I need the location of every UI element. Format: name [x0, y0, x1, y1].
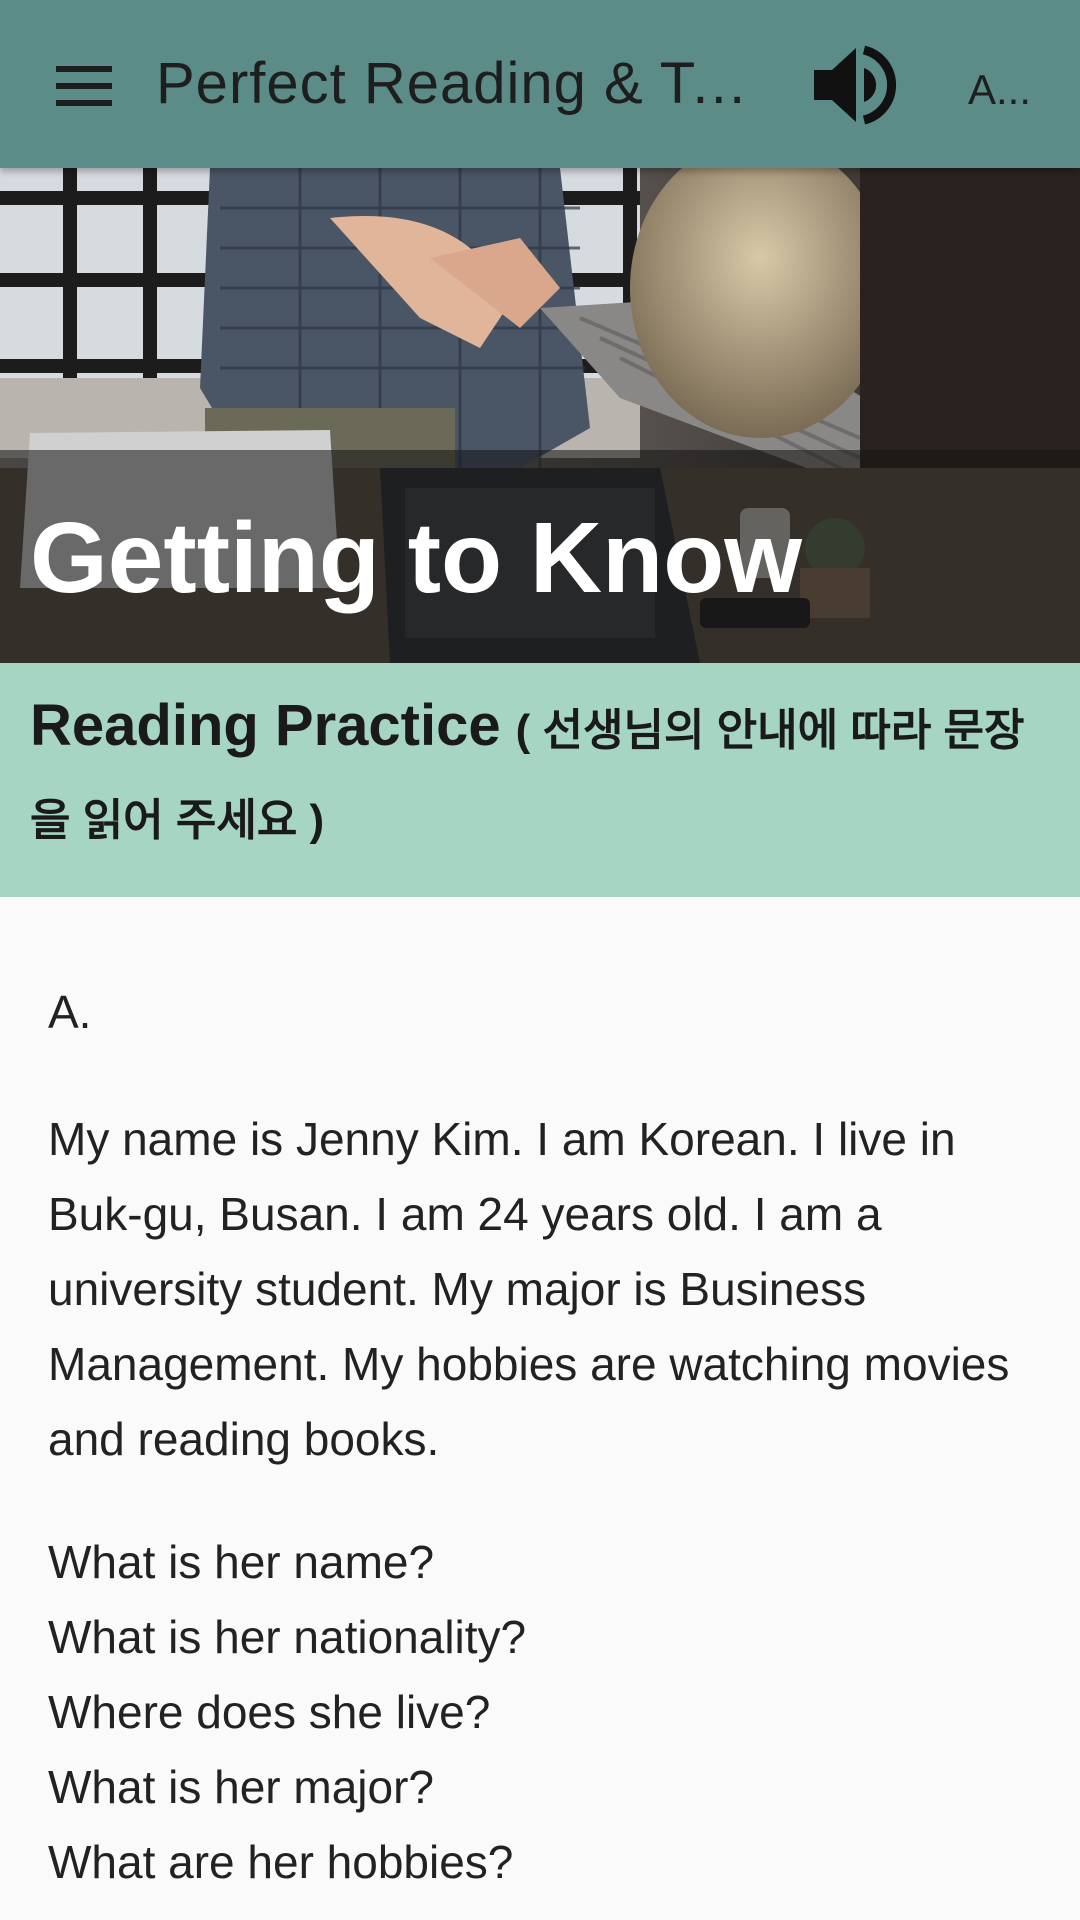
part-label: A.	[48, 986, 92, 1038]
reading-paragraph: My name is Jenny Kim. I am Korean. I liv…	[48, 1113, 1010, 1465]
section-header: Reading Practice ( 선생님의 안내에 따라 문장을 읽어 주세…	[0, 663, 1080, 897]
app-bar: Perfect Reading & Talking Lesson 1 A...	[0, 0, 1080, 168]
reading-content: A. My name is Jenny Kim. I am Korean. I …	[48, 970, 1028, 1900]
section-heading: Reading Practice ( 선생님의 안내에 따라 문장을 읽어 주세…	[30, 683, 1060, 864]
question-item: What is her nationality?	[48, 1611, 527, 1663]
overflow-label[interactable]: A...	[968, 62, 1034, 118]
speaker-icon[interactable]	[810, 42, 898, 128]
question-item: What is her major?	[48, 1761, 435, 1813]
question-item: What is her name?	[48, 1536, 435, 1588]
app-title: Perfect Reading & Talking Lesson 1	[156, 51, 776, 116]
hero-banner: Getting to Know	[0, 168, 1080, 663]
question-item: Where does she live?	[48, 1686, 491, 1738]
lesson-title: Getting to Know	[30, 502, 803, 614]
question-item: What are her hobbies?	[48, 1836, 514, 1888]
menu-icon[interactable]	[56, 66, 112, 106]
section-title: Reading Practice	[30, 693, 501, 758]
